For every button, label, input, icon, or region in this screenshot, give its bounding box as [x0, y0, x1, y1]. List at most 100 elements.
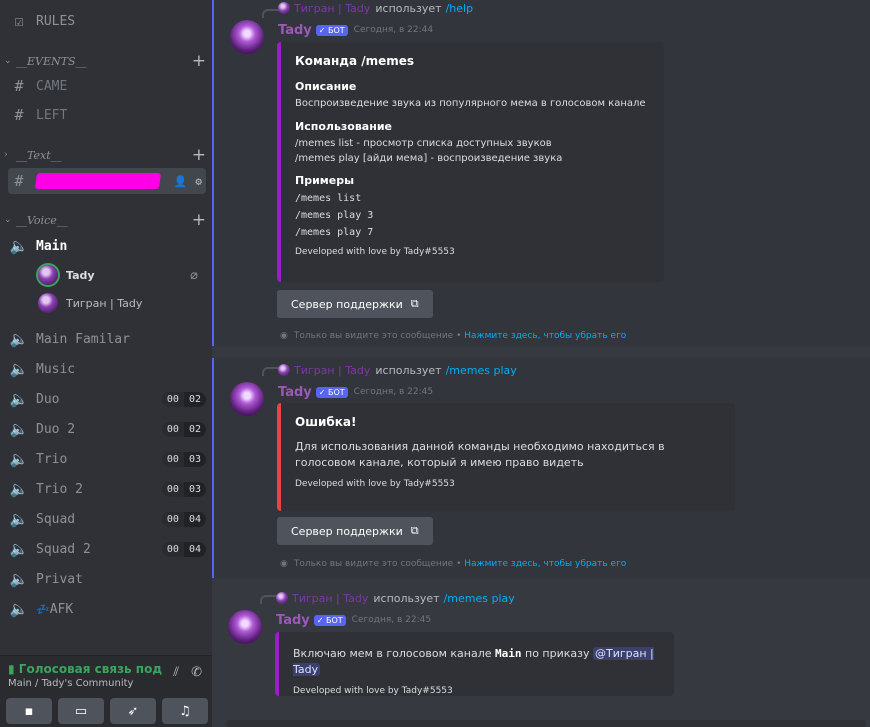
embed-title: Ошибка! [295, 415, 357, 429]
camera-button[interactable]: ▪ [6, 698, 52, 724]
dismiss-link[interactable]: Нажмите здесь, чтобы убрать его [464, 331, 626, 341]
plus-icon[interactable]: + [192, 145, 206, 165]
category-voice[interactable]: ⌄ __Voice__ + [4, 210, 206, 230]
field-value: /memes list - просмотр списка доступных … [295, 138, 563, 164]
user-limit-badge: 00 04 [161, 541, 206, 557]
voice-channel-duo[interactable]: 🔈 Duo 00 02 [8, 386, 206, 412]
field-name: Использование [295, 120, 392, 133]
channel-came[interactable]: # CAME [8, 73, 206, 99]
gear-icon[interactable]: ⚙ [195, 175, 202, 188]
camera-icon: ▪ [24, 703, 34, 719]
user-limit-badge: 00 02 [161, 391, 206, 407]
category-label: __Voice__ [16, 213, 68, 227]
voice-status[interactable]: ▮ Голосовая связь под [8, 662, 162, 676]
voice-user[interactable]: Тигран | Tady [38, 291, 198, 315]
timestamp: Сегодня, в 22:45 [351, 615, 432, 625]
speaker-icon: 🔈 [9, 480, 29, 498]
embed-description: Включаю мем в голосовом канале Main по п… [293, 647, 654, 676]
field-value: Воспроизведение звука из популярного мем… [295, 98, 646, 109]
screen-share-button[interactable]: ▭ [58, 698, 104, 724]
channel-label: Duo [36, 391, 60, 407]
voice-user[interactable]: Tady ⌀ [38, 263, 198, 287]
bot-name[interactable]: Tady [276, 613, 310, 628]
voice-channel-trio-2[interactable]: 🔈 Trio 2 00 03 [8, 476, 206, 502]
speaker-icon: 🔈 [9, 450, 29, 468]
voice-channel-trio[interactable]: 🔈 Trio 00 03 [8, 446, 206, 472]
voice-channel-info[interactable]: Main / Tady's Community [8, 678, 133, 689]
reply-context[interactable]: Тигран | Tady использует /memes play [278, 363, 517, 377]
avatar [278, 2, 290, 14]
bot-avatar[interactable] [230, 20, 264, 54]
speaker-icon: 🔈 [9, 540, 29, 558]
bot-name[interactable]: Tady [278, 23, 312, 38]
message-header: Tady ✓ БОТ Сегодня, в 22:45 [278, 384, 433, 400]
eye-icon: ◉ [280, 331, 288, 341]
timestamp: Сегодня, в 22:45 [353, 387, 434, 397]
activity-icon: ♫ [179, 703, 191, 719]
chevron-down-icon: ⌄ [4, 215, 12, 225]
channel-label: AFK [49, 601, 74, 617]
redacted-channel-name [34, 173, 162, 189]
chevron-down-icon: ⌄ [4, 56, 12, 66]
activity-button[interactable]: ➶ [110, 698, 156, 724]
voice-channel-music[interactable]: 🔈 Music [8, 356, 206, 382]
timestamp: Сегодня, в 22:44 [353, 25, 434, 35]
user-limit-badge: 00 04 [161, 511, 206, 527]
signal-icon: ▮ [8, 662, 15, 676]
bot-avatar[interactable] [228, 610, 262, 644]
category-text[interactable]: › __Text__ + [4, 145, 206, 165]
voice-channel-squad[interactable]: 🔈 Squad 00 04 [8, 506, 206, 532]
category-events[interactable]: ⌄ __EVENTS__ + [4, 51, 206, 71]
plus-icon[interactable]: + [192, 210, 206, 230]
speaker-locked-icon: 🔈 [9, 330, 29, 348]
message-header: Tady ✓ БОТ Сегодня, в 22:45 [276, 612, 431, 628]
voice-channel-afk[interactable]: 🔈 💤 AFK [8, 596, 206, 622]
channel-label: Trio [36, 451, 68, 467]
voice-channel-main[interactable]: 🔈 Main [8, 233, 206, 259]
voice-channel-squad-2[interactable]: 🔈 Squad 2 00 04 [8, 536, 206, 562]
channel-label: Main Familar [36, 331, 130, 347]
message-playing: Тигран | Tady использует /memes play Tad… [212, 586, 870, 717]
horizontal-scrollbar[interactable] [226, 720, 866, 727]
channel-rules[interactable]: ☑ RULES [8, 8, 206, 34]
channel-redacted[interactable]: # 👤 ⚙ [8, 168, 206, 194]
user-limit-badge: 00 03 [161, 451, 206, 467]
user-name: Tady [66, 268, 95, 282]
noise-suppression-icon[interactable]: ⫽ [173, 665, 179, 680]
channel-label: CAME [36, 78, 68, 94]
bot-badge: ✓ БОТ [315, 24, 348, 36]
bot-badge: ✓ БОТ [315, 386, 348, 398]
bot-avatar[interactable] [230, 382, 264, 416]
message-header: Tady ✓ БОТ Сегодня, в 22:44 [278, 22, 433, 38]
embed-title: Команда /memes [295, 54, 415, 68]
support-server-button[interactable]: Сервер поддержки ⧉ [277, 290, 433, 318]
voice-connection-panel: ▮ Голосовая связь под Main / Tady's Comm… [0, 655, 212, 727]
external-link-icon: ⧉ [410, 524, 419, 537]
speaker-icon: 🔈 [9, 600, 29, 618]
message-error: Тигран | Tady использует /memes play Tad… [212, 358, 870, 578]
zzz-icon: 💤 [36, 602, 50, 616]
bot-name[interactable]: Tady [278, 385, 312, 400]
channel-left[interactable]: # LEFT [8, 102, 206, 128]
ephemeral-note: ◉ Только вы видите это сообщение • Нажми… [280, 559, 627, 569]
voice-channel-duo-2[interactable]: 🔈 Duo 2 00 02 [8, 416, 206, 442]
channel-label: LEFT [36, 107, 68, 123]
channel-label: RULES [36, 13, 76, 29]
category-label: __Text__ [16, 148, 62, 162]
channel-label: Squad [36, 511, 76, 527]
dismiss-link[interactable]: Нажмите здесь, чтобы убрать его [464, 559, 626, 569]
add-member-icon[interactable]: 👤 [174, 175, 188, 188]
support-server-button[interactable]: Сервер поддержки ⧉ [277, 517, 433, 545]
speaker-icon: 🔈 [9, 390, 29, 408]
plus-icon[interactable]: + [192, 51, 206, 71]
user-limit-badge: 00 03 [161, 481, 206, 497]
disconnect-icon[interactable]: ✆ [191, 665, 202, 680]
hash-icon: # [14, 106, 24, 124]
reply-context[interactable]: Тигран | Tady использует /memes play [276, 591, 515, 605]
field-name: Примеры [295, 174, 355, 187]
ephemeral-note: ◉ Только вы видите это сообщение • Нажми… [280, 331, 627, 341]
voice-channel-main-familar[interactable]: 🔈 Main Familar [8, 326, 206, 352]
soundboard-button[interactable]: ♫ [162, 698, 208, 724]
voice-channel-privat[interactable]: 🔈 Privat [8, 566, 206, 592]
reply-context[interactable]: Тигран | Tady использует /help [278, 1, 473, 15]
